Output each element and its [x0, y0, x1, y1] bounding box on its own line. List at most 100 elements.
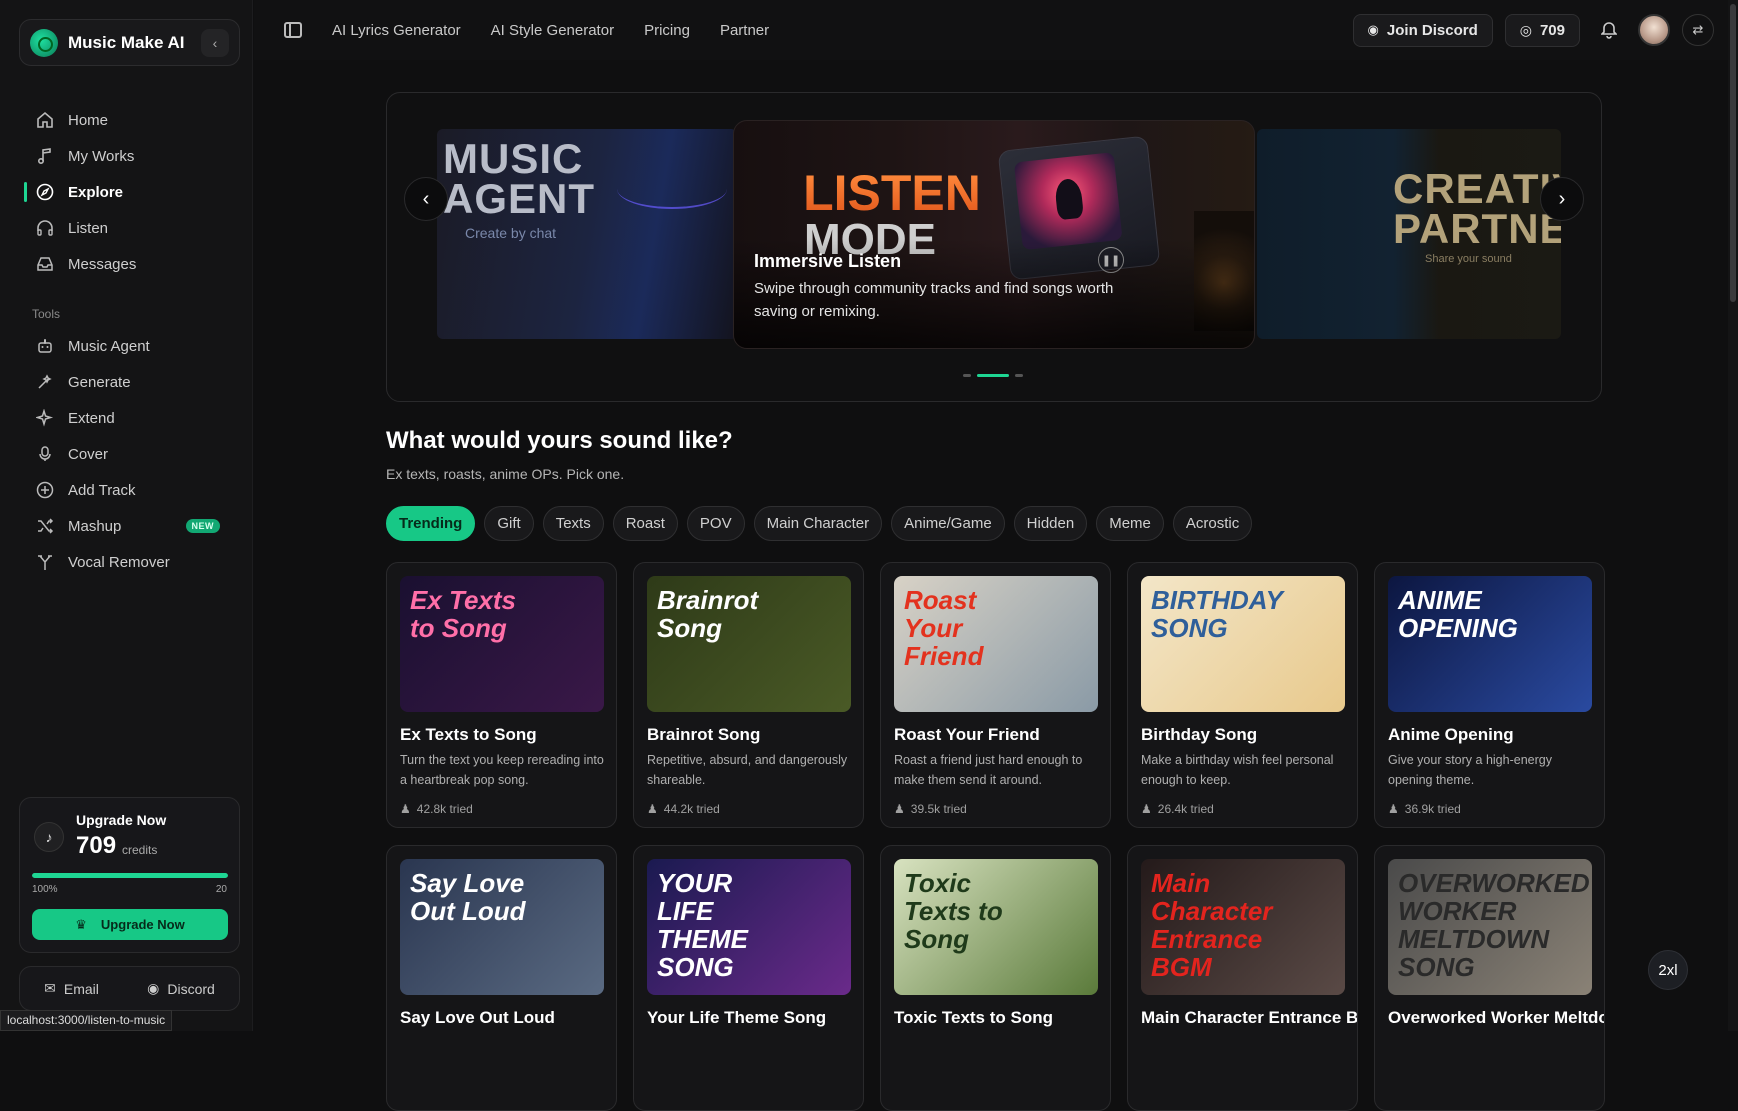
- email-link[interactable]: ✉ Email: [44, 980, 99, 997]
- progress-left-label: 100%: [32, 884, 58, 895]
- card-title: Ex Texts to Song: [400, 725, 537, 744]
- template-grid: Ex Texts to Song Ex Texts to Song Turn the…: [386, 562, 1605, 1111]
- top-link-pricing[interactable]: Pricing: [644, 22, 690, 39]
- chip-hidden[interactable]: Hidden: [1013, 506, 1088, 541]
- brand-header[interactable]: Music Make AI ‹: [19, 19, 240, 66]
- tried-label: 44.2k tried: [663, 802, 720, 816]
- chevron-right-icon: ›: [1558, 187, 1566, 210]
- music-note-icon: ♪: [34, 822, 64, 852]
- upgrade-now-button[interactable]: ♛ Upgrade Now: [32, 909, 228, 940]
- chip-main-character[interactable]: Main Character: [753, 506, 883, 541]
- discord-link[interactable]: ◉ Discord: [147, 980, 215, 997]
- notifications-button[interactable]: [1592, 13, 1626, 47]
- template-card[interactable]: Roast Your Friend Roast Your Friend Roast …: [880, 562, 1111, 828]
- carousel-dot-active[interactable]: [977, 374, 1009, 377]
- card-thumbnail: Ex Texts to Song: [400, 576, 604, 712]
- thumbnail-art-text: OVERWORKED WORKER MELTDOWN SONG: [1398, 868, 1590, 982]
- credits-button[interactable]: ◎ 709: [1504, 13, 1580, 47]
- card-tried-count: ♟ 44.2k tried: [647, 802, 720, 816]
- template-card[interactable]: Say Love Out Loud Say Love Out Loud: [386, 845, 617, 1111]
- sidebar-item-label: My Works: [68, 147, 135, 165]
- carousel-dot[interactable]: [963, 374, 971, 377]
- panel-toggle-icon[interactable]: [284, 22, 302, 38]
- carousel-slide-listen-mode[interactable]: LISTEN MODE ❚❚ Immersive Listen Swipe th…: [733, 120, 1255, 349]
- sidebar-item-extend[interactable]: Extend: [22, 400, 232, 436]
- category-chips: Trending Gift Texts Roast POV Main Character A…: [386, 506, 1253, 541]
- top-link-ai-lyrics-generator[interactable]: AI Lyrics Generator: [332, 22, 461, 39]
- language-button[interactable]: ⇄: [1682, 14, 1714, 46]
- card-thumbnail: OVERWORKED WORKER MELTDOWN SONG: [1388, 859, 1592, 995]
- sidebar-item-music-agent[interactable]: Music Agent: [22, 328, 232, 364]
- card-tried-count: ♟ 39.5k tried: [894, 802, 967, 816]
- carousel-prev-button[interactable]: ‹: [404, 177, 448, 221]
- chip-gift[interactable]: Gift: [484, 506, 534, 541]
- carousel-slide-music-agent[interactable]: MUSIC AGENT Create by chat: [437, 129, 737, 339]
- sidebar-item-vocal-remover[interactable]: Vocal Remover: [22, 544, 232, 580]
- collapse-sidebar-button[interactable]: ‹: [201, 28, 229, 57]
- discord-label: Discord: [167, 980, 215, 997]
- sidebar-item-add-track[interactable]: Add Track: [22, 472, 232, 508]
- chip-texts[interactable]: Texts: [542, 506, 604, 541]
- template-card[interactable]: OVERWORKED WORKER MELTDOWN SONG Overworke…: [1374, 845, 1605, 1111]
- discord-icon: ◉: [147, 980, 160, 996]
- chip-pov[interactable]: POV: [686, 506, 745, 541]
- compass-icon: [36, 183, 54, 201]
- sidebar-item-messages[interactable]: Messages: [22, 246, 232, 282]
- template-card[interactable]: ANIME OPENING Anime Opening Give your stor…: [1374, 562, 1605, 828]
- carousel-next-button[interactable]: ›: [1540, 177, 1584, 221]
- status-bar-url: localhost:3000/listen-to-music: [0, 1010, 173, 1031]
- credits-label: credits: [122, 843, 158, 857]
- card-title: Toxic Texts to Song: [894, 1008, 1053, 1027]
- scrollbar-thumb[interactable]: [1730, 4, 1736, 302]
- template-card[interactable]: YOUR LIFE THEME SONG Your Life Theme Song: [633, 845, 864, 1111]
- tried-label: 42.8k tried: [416, 802, 473, 816]
- template-card[interactable]: Ex Texts to Song Ex Texts to Song Turn the…: [386, 562, 617, 828]
- top-link-ai-style-generator[interactable]: AI Style Generator: [491, 22, 614, 39]
- template-card[interactable]: Toxic Texts to Song Toxic Texts to Song: [880, 845, 1111, 1111]
- carousel-dot[interactable]: [1015, 374, 1023, 377]
- slide-left-title: MUSIC AGENT: [443, 135, 595, 222]
- split-icon: [36, 553, 54, 571]
- sidebar-item-generate[interactable]: Generate: [22, 364, 232, 400]
- sidebar-item-my-works[interactable]: My Works: [22, 138, 232, 174]
- sidebar-item-label: Home: [68, 111, 109, 129]
- top-link-partner[interactable]: Partner: [720, 22, 769, 39]
- slide-caption-title: Immersive Listen: [754, 251, 902, 271]
- upgrade-title: Upgrade Now: [76, 812, 167, 828]
- sidebar-item-label: Messages: [68, 255, 137, 273]
- headphones-icon: [36, 219, 54, 237]
- chip-roast[interactable]: Roast: [612, 506, 678, 541]
- credits-count: 709: [76, 832, 117, 859]
- discord-icon: ◉: [1367, 22, 1379, 37]
- footer-links: ✉ Email ◉ Discord: [19, 966, 240, 1011]
- chip-meme[interactable]: Meme: [1096, 506, 1164, 541]
- sidebar-item-label: Vocal Remover: [68, 553, 170, 571]
- sidebar-item-home[interactable]: Home: [22, 102, 232, 138]
- credits-progress-fill: [32, 873, 228, 878]
- top-right-actions: ◉ Join Discord ◎ 709 ⇄: [1352, 13, 1714, 47]
- sidebar-item-cover[interactable]: Cover: [22, 436, 232, 472]
- join-discord-button[interactable]: ◉ Join Discord: [1352, 13, 1493, 47]
- template-card[interactable]: Brainrot Song Brainrot Song Repetitive, ab…: [633, 562, 864, 828]
- card-thumbnail: ANIME OPENING: [1388, 576, 1592, 712]
- thumbnail-art-text: Toxic Texts to Song: [904, 868, 1003, 954]
- template-card[interactable]: Main Character Entrance BGM Main Characte…: [1127, 845, 1358, 1111]
- template-card[interactable]: BIRTHDAY SONG Birthday Song Make a birthda…: [1127, 562, 1358, 828]
- breakpoint-indicator[interactable]: 2xl: [1648, 950, 1688, 990]
- music-note-icon: [36, 147, 54, 165]
- chip-trending[interactable]: Trending: [386, 506, 476, 541]
- carousel-slide-creative-partner[interactable]: CREATIVE PARTNER Share your sound: [1257, 129, 1561, 339]
- chip-anime-game[interactable]: Anime/Game: [891, 506, 1005, 541]
- sidebar-item-mashup[interactable]: Mashup NEW: [22, 508, 232, 544]
- new-badge: NEW: [185, 519, 220, 533]
- thumbnail-art-text: Roast Your Friend: [904, 585, 984, 671]
- sidebar-item-explore[interactable]: Explore: [22, 174, 232, 210]
- chip-acrostic[interactable]: Acrostic: [1172, 506, 1253, 541]
- card-title: Brainrot Song: [647, 725, 761, 744]
- user-avatar[interactable]: [1638, 14, 1670, 46]
- page-scrollbar[interactable]: [1728, 0, 1738, 1031]
- card-thumbnail: Brainrot Song: [647, 576, 851, 712]
- slide-left-subtitle: Create by chat: [465, 225, 557, 241]
- thumbnail-art-text: BIRTHDAY SONG: [1151, 585, 1283, 643]
- sidebar-item-listen[interactable]: Listen: [22, 210, 232, 246]
